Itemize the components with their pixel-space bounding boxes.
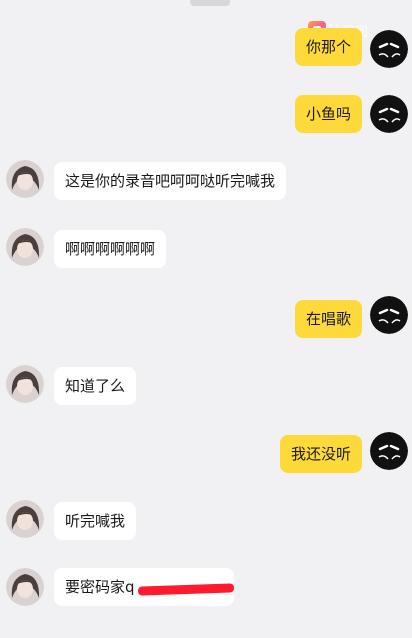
- black-cartoon-avatar-icon: [370, 296, 408, 334]
- girl-portrait-avatar-icon: [6, 228, 44, 266]
- black-cartoon-avatar-icon: [370, 30, 408, 68]
- girl-portrait-avatar-icon: [6, 568, 44, 606]
- message-bubble-sent[interactable]: 小鱼吗: [294, 95, 362, 133]
- message-text: 要密码家q: [65, 578, 135, 596]
- message-bubble-received[interactable]: 听完喊我: [54, 502, 137, 540]
- girl-portrait-avatar-icon: [6, 365, 44, 403]
- message-bubble-received[interactable]: 这是你的录音吧呵呵哒听完喊我: [54, 162, 287, 200]
- message-bubble-received[interactable]: 知道了么: [54, 367, 137, 405]
- girl-portrait-avatar-icon: [6, 500, 44, 538]
- top-handle: [190, 0, 230, 6]
- message-bubble-received[interactable]: 啊啊啊啊啊啊: [54, 230, 167, 268]
- contact-avatar-left[interactable]: [6, 228, 44, 266]
- black-cartoon-avatar-icon: [370, 432, 408, 470]
- contact-avatar-right[interactable]: [370, 296, 408, 334]
- contact-avatar-right[interactable]: [370, 95, 408, 133]
- contact-avatar-left[interactable]: [6, 568, 44, 606]
- girl-portrait-avatar-icon: [6, 160, 44, 198]
- message-bubble-sent[interactable]: 你那个: [294, 28, 362, 66]
- message-bubble-sent[interactable]: 在唱歌: [294, 300, 362, 338]
- contact-avatar-left[interactable]: [6, 365, 44, 403]
- contact-avatar-left[interactable]: [6, 500, 44, 538]
- contact-avatar-left[interactable]: [6, 160, 44, 198]
- contact-avatar-right[interactable]: [370, 30, 408, 68]
- message-bubble-sent[interactable]: 我还没听: [279, 435, 362, 473]
- black-cartoon-avatar-icon: [370, 95, 408, 133]
- contact-avatar-right[interactable]: [370, 432, 408, 470]
